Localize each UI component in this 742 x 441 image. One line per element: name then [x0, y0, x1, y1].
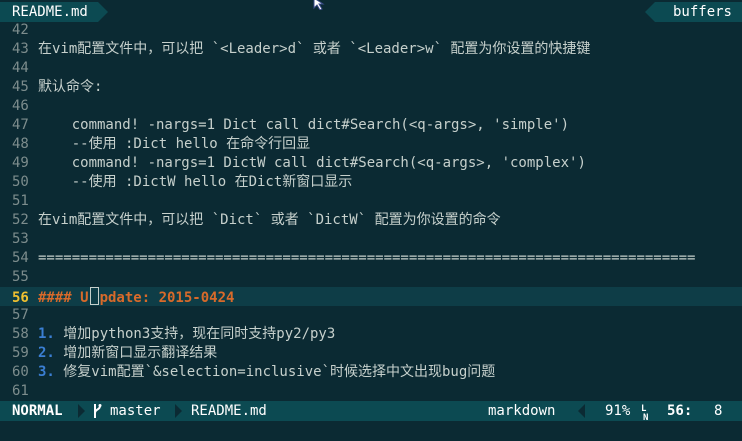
line-number: 58 — [12, 326, 29, 342]
git-branch-icon — [94, 404, 102, 418]
line-number: 50 — [12, 174, 29, 190]
line-number: 48 — [12, 136, 29, 152]
line-number: 43 — [12, 41, 29, 57]
tab-label: README.md — [12, 4, 88, 20]
line-number: 46 — [12, 98, 29, 114]
vim-terminal-window: README.md buffers 42 43 在vim配置文件中，可以把 `<L… — [0, 0, 742, 441]
buffers-label: buffers — [672, 4, 732, 20]
list-number: 2. — [38, 345, 55, 361]
statusline: NORMAL master README.md markdown 91% LN … — [0, 401, 742, 423]
buffer-line: 58 1. 增加python3支持，现在同时支持py2/py3 — [0, 325, 742, 344]
line-text: --使用 :Dict hello 在命令行回显 — [38, 136, 311, 152]
mode-indicator: NORMAL — [0, 401, 75, 421]
line-text: 在vim配置文件中，可以把 `Dict` 或者 `DictW` 配置为你设置的命… — [38, 212, 501, 228]
buffer-line: 44 — [0, 59, 742, 78]
heading-text: #### U pdate: 2015-0424 — [34, 287, 234, 308]
separator-icon — [578, 404, 585, 418]
line-number: 52 — [12, 212, 29, 228]
line-number: 47 — [12, 117, 29, 133]
buffer-line: 46 — [0, 97, 742, 116]
buffer-line: 59 2. 增加新窗口显示翻译结果 — [0, 344, 742, 363]
list-number: 3. — [38, 364, 55, 380]
list-item-text: 3. 修复vim配置`&selection=inclusive`时候选择中文出现… — [34, 363, 495, 382]
line-number: 51 — [12, 193, 29, 209]
list-item-content: 修复vim配置`&selection=inclusive`时候选择中文出现bug… — [54, 364, 496, 380]
buffer-line: 50 --使用 :DictW hello 在Dict新窗口显示 — [0, 173, 742, 192]
heading-text-after-cursor: pdate: 2015-0424 — [99, 290, 235, 306]
line-text: command! -nargs=1 DictW call dict#Search… — [38, 155, 586, 171]
command-line[interactable] — [0, 421, 742, 441]
list-item-text: 1. 增加python3支持，现在同时支持py2/py3 — [34, 325, 335, 344]
list-item-content: 增加python3支持，现在同时支持py2/py3 — [54, 326, 336, 342]
buffer-line: 57 — [0, 306, 742, 325]
buffer-line: 55 — [0, 268, 742, 287]
mouse-pointer-icon — [313, 0, 325, 10]
line-text: 默认命令: — [38, 79, 103, 95]
line-number: 49 — [12, 155, 29, 171]
current-line: 56 #### Update: 2015-0424 — [0, 287, 742, 306]
editor-buffer[interactable]: 42 43 在vim配置文件中，可以把 `<Leader>d` 或者 `<Lead… — [0, 21, 742, 401]
line-number: 61 — [12, 383, 29, 399]
buffer-line: 45 默认命令: — [0, 78, 742, 97]
buffer-line: 43 在vim配置文件中，可以把 `<Leader>d` 或者 `<Leader>… — [0, 40, 742, 59]
line-number: 42 — [12, 22, 29, 38]
buffers-indicator[interactable]: buffers — [644, 2, 742, 22]
line-text: --使用 :DictW hello 在Dict新窗口显示 — [38, 174, 353, 190]
cursor-line: 56: — [667, 403, 693, 419]
tab-readme[interactable]: README.md — [0, 2, 108, 22]
text-cursor — [89, 287, 99, 305]
buffer-line: 54 ======================================… — [0, 249, 742, 268]
tabline: README.md buffers — [0, 0, 742, 22]
buffer-line: 53 — [0, 230, 742, 249]
separator-icon — [175, 404, 182, 418]
file-percent: 91% — [605, 403, 631, 419]
buffer-line: 60 3. 修复vim配置`&selection=inclusive`时候选择中文… — [0, 363, 742, 382]
buffer-line: 52 在vim配置文件中，可以把 `Dict` 或者 `DictW` 配置为你设置… — [0, 211, 742, 230]
line-text: 在vim配置文件中，可以把 `<Leader>d` 或者 `<Leader>w`… — [38, 41, 591, 57]
line-number: 55 — [12, 269, 29, 285]
line-number: 53 — [12, 231, 29, 247]
buffer-line: 61 — [0, 382, 742, 401]
line-number: 60 — [12, 364, 29, 380]
line-number: 44 — [12, 60, 29, 76]
line-number: 57 — [12, 307, 29, 323]
line-number: 59 — [12, 345, 29, 361]
buffer-line: 48 --使用 :Dict hello 在命令行回显 — [0, 135, 742, 154]
buffer-line: 51 — [0, 192, 742, 211]
list-item-text: 2. 增加新窗口显示翻译结果 — [34, 344, 217, 363]
list-number: 1. — [38, 326, 55, 342]
buffer-line: 42 — [0, 21, 742, 40]
heading-text-before-cursor: #### U — [38, 290, 89, 306]
git-branch-name: master — [110, 403, 161, 419]
list-item-content: 增加新窗口显示翻译结果 — [54, 345, 218, 361]
line-number: 45 — [12, 79, 29, 95]
horizontal-rule-text: ========================================… — [38, 250, 696, 266]
separator-icon — [78, 404, 85, 418]
line-number: 54 — [12, 250, 29, 266]
buffer-line: 49 command! -nargs=1 DictW call dict#Sea… — [0, 154, 742, 173]
cursor-column: 8 — [714, 403, 723, 419]
filetype-label: markdown — [488, 403, 556, 419]
status-filename: README.md — [191, 403, 267, 419]
line-text: command! -nargs=1 Dict call dict#Search(… — [38, 117, 570, 133]
buffer-line: 47 command! -nargs=1 Dict call dict#Sear… — [0, 116, 742, 135]
